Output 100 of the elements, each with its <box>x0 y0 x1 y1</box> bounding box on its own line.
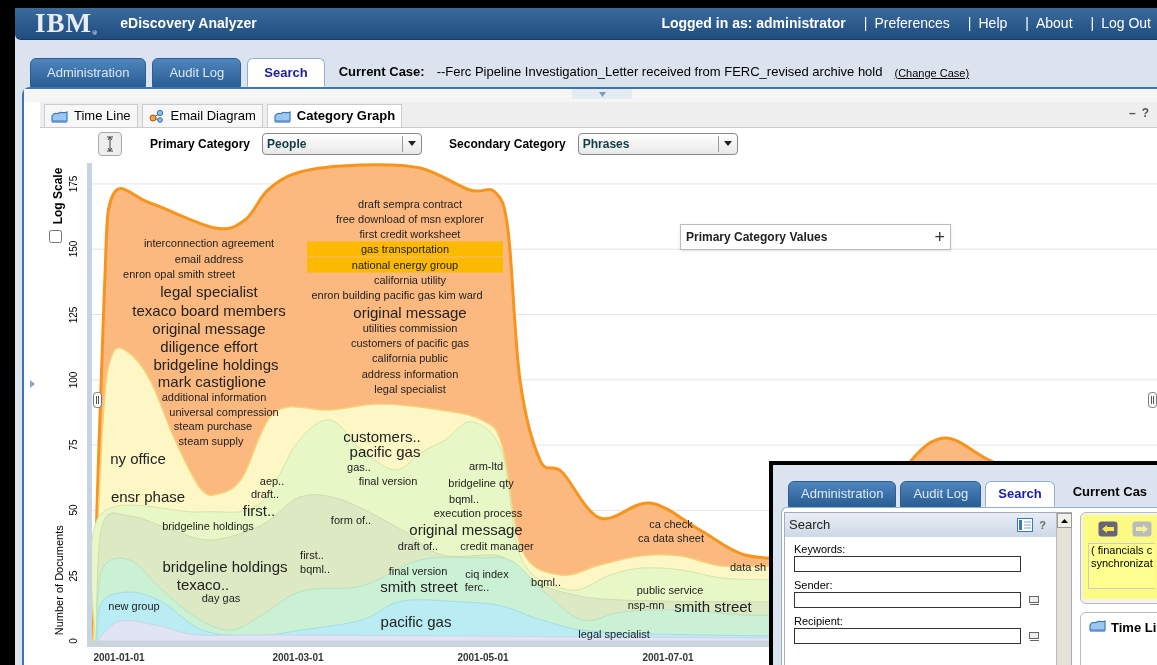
phrase-label[interactable]: california utility <box>373 274 447 286</box>
phrase-label[interactable]: california public <box>372 352 448 364</box>
phrase-label[interactable]: gas transportation <box>307 241 503 257</box>
phrase-label[interactable]: ciq index <box>465 568 509 580</box>
phrase-label[interactable]: ensr phase <box>110 488 186 504</box>
phrase-label[interactable]: legal specialist <box>578 628 650 640</box>
phrase-label[interactable]: final version <box>388 565 448 577</box>
phrase-label[interactable]: smith street <box>380 578 458 594</box>
phrase-label[interactable]: first.. <box>242 502 276 518</box>
phrase-label[interactable]: aep.. <box>259 475 285 487</box>
x-tick-label: 2001-01-01 <box>92 653 146 663</box>
phrase-label[interactable]: bridgeline holdings <box>162 558 288 574</box>
panel-control[interactable]: – <box>1128 104 1136 122</box>
picker-icon[interactable] <box>1029 595 1039 605</box>
phrase-label[interactable]: original message <box>152 320 266 336</box>
phrase-label[interactable]: legal specialist <box>160 283 258 299</box>
phrase-label[interactable]: arm-ltd <box>468 460 504 472</box>
header-link[interactable]: Preferences <box>874 13 950 34</box>
tab[interactable]: Search <box>247 58 325 87</box>
phrase-label[interactable]: interconnection agreement <box>143 237 275 249</box>
phrase-label[interactable]: bqml.. <box>531 576 561 588</box>
panel-control[interactable]: ? <box>1141 104 1149 122</box>
expand-button[interactable]: + <box>934 228 945 246</box>
phrase-label[interactable]: steam supply <box>178 435 244 447</box>
tab[interactable]: Audit Log <box>152 58 242 87</box>
phrase-label[interactable]: customers of pacific gas <box>351 337 469 349</box>
phrase-label[interactable]: customers.. <box>343 428 421 444</box>
phrase-label[interactable]: texaco board members <box>132 302 286 318</box>
phrase-label[interactable]: first.. <box>300 549 324 561</box>
phrase-label[interactable]: bqml.. <box>449 493 479 505</box>
phrase-label[interactable]: public service <box>636 584 704 596</box>
phrase-label[interactable]: legal specialist <box>374 383 446 395</box>
tab[interactable]: Administration <box>30 58 147 87</box>
phrase-label[interactable]: bqml.. <box>300 563 330 575</box>
header-link[interactable]: About <box>1035 13 1073 34</box>
phrase-label[interactable]: final version <box>358 475 418 487</box>
phrase-label[interactable]: universal compression <box>169 406 279 418</box>
scrollbar[interactable] <box>1056 513 1071 665</box>
phrase-label[interactable]: day gas <box>201 592 241 604</box>
phrase-label[interactable]: ca data sheet <box>637 532 705 544</box>
phrase-label[interactable]: steam purchase <box>173 420 253 432</box>
phrase-label[interactable]: credit manager <box>460 540 534 552</box>
change-case-link[interactable]: (Change Case) <box>894 64 970 81</box>
phrase-label[interactable]: first credit worksheet <box>359 228 461 240</box>
view-tab[interactable]: Email Diagram <box>141 104 263 127</box>
text-field[interactable] <box>794 628 1021 644</box>
phrase-label[interactable]: ca check <box>649 518 693 530</box>
text-field[interactable] <box>794 556 1021 572</box>
resize-tool-button[interactable] <box>98 132 122 156</box>
phrase-label[interactable]: nsp-mn <box>627 599 665 611</box>
primary-category-dropdown[interactable]: People <box>262 133 423 155</box>
phrase-label[interactable]: email address <box>174 253 244 265</box>
phrase-label[interactable]: original message <box>353 304 467 320</box>
log-scale-checkbox[interactable] <box>49 230 62 243</box>
phrase-label[interactable]: additional information <box>161 391 267 403</box>
phrase-label[interactable]: smith street <box>674 598 752 614</box>
splitter-handle-icon[interactable] <box>93 392 102 408</box>
phrase-label[interactable]: enron opal smith street <box>123 268 235 280</box>
phrase-label[interactable]: pacific gas <box>380 613 452 629</box>
phrase-label[interactable]: mark castiglione <box>157 373 267 389</box>
splitter-handle-icon[interactable] <box>1148 392 1157 408</box>
view-tab[interactable]: Time Li <box>1111 618 1157 638</box>
phrase-label[interactable]: ny office <box>110 450 166 466</box>
scroll-up-button[interactable] <box>1056 513 1072 528</box>
phrase-label[interactable]: texaco.. <box>176 576 230 592</box>
text-field[interactable] <box>794 592 1021 608</box>
phrase-label[interactable]: bridgeline holdings <box>153 356 279 372</box>
phrase-label[interactable]: execution process <box>433 507 523 519</box>
phrase-label[interactable]: bridgeline qty <box>448 477 514 489</box>
phrase-label[interactable]: bridgeline holdings <box>162 520 254 532</box>
phrase-label[interactable]: gas.. <box>347 461 371 473</box>
tab[interactable]: Audit Log <box>900 481 982 507</box>
secondary-category-dropdown[interactable]: Phrases <box>577 133 738 155</box>
separator: | <box>1025 14 1029 33</box>
phrase-label[interactable]: draft sempra contract <box>358 198 462 210</box>
phrase-label[interactable]: draft.. <box>250 488 280 500</box>
view-tab[interactable]: Time Line <box>44 104 138 127</box>
query-text[interactable]: ( financials c synchronizat <box>1088 543 1155 589</box>
picker-icon[interactable] <box>1029 631 1039 641</box>
tab[interactable]: Administration <box>788 481 897 507</box>
list-view-icon[interactable] <box>1017 518 1034 532</box>
view-tab[interactable]: Category Graph <box>266 104 403 127</box>
phrase-label[interactable]: draft of.. <box>397 540 439 552</box>
header-link[interactable]: Help <box>978 13 1008 34</box>
phrase-label[interactable]: ferc.. <box>464 581 490 593</box>
phrase-label[interactable]: utilities commission <box>362 322 458 334</box>
phrase-label[interactable]: data sh <box>729 561 767 573</box>
phrase-label[interactable]: national energy group <box>307 257 503 273</box>
help-icon[interactable]: ? <box>1039 516 1046 534</box>
collapse-handle[interactable] <box>572 89 632 99</box>
phrase-label[interactable]: diligence effort <box>160 338 258 354</box>
phrase-label[interactable]: address information <box>361 368 459 380</box>
phrase-label[interactable]: original message <box>409 521 523 537</box>
phrase-label[interactable]: pacific gas <box>349 443 421 459</box>
phrase-label[interactable]: enron building pacific gas kim ward <box>311 289 483 301</box>
header-link[interactable]: Log Out <box>1101 13 1151 34</box>
phrase-label[interactable]: new group <box>108 600 160 612</box>
tab[interactable]: Search <box>985 481 1055 507</box>
phrase-label[interactable]: free download of msn explorer <box>336 213 484 225</box>
phrase-label[interactable]: form of.. <box>330 514 372 526</box>
